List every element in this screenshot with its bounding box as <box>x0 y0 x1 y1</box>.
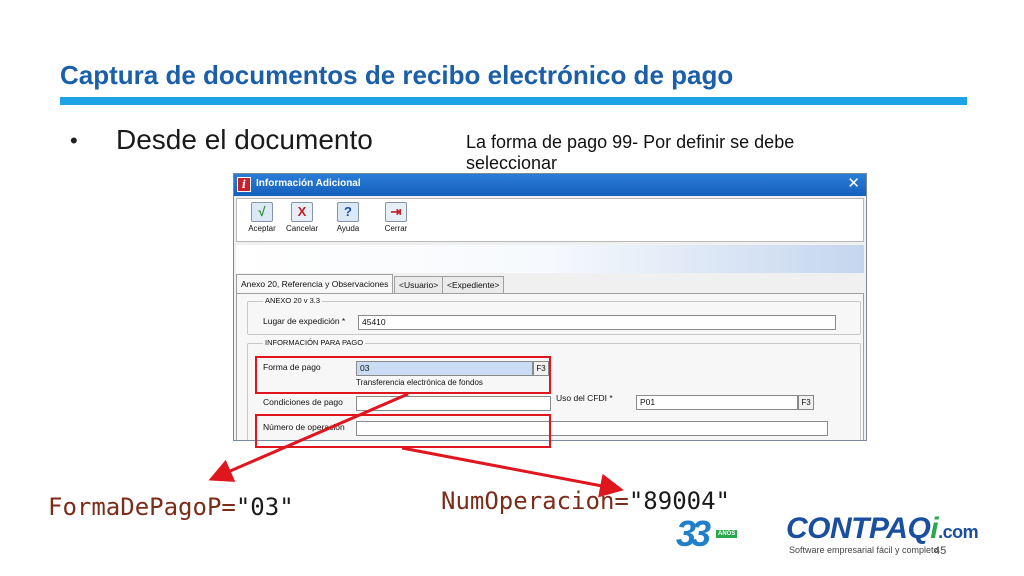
brand-logo: CONTPAQi.com <box>786 512 979 546</box>
forma-xml-annotation: FormaDePagoP="03" <box>48 493 294 521</box>
anniversary-logo: 33 AÑOS <box>676 514 738 554</box>
anniversary-number: 33 <box>676 513 711 554</box>
numero-xml-annotation: NumOperacion="89004" <box>441 487 730 515</box>
forma-arrow <box>208 392 409 482</box>
anniversary-tag: AÑOS <box>716 530 738 538</box>
forma-attr: FormaDePagoP= <box>48 493 236 521</box>
forma-val: "03" <box>235 493 294 521</box>
numero-attr: NumOperacion= <box>441 487 629 515</box>
page-number: 45 <box>934 545 947 557</box>
brand-name: CONTPAQ <box>786 512 931 545</box>
numero-val: "89004" <box>628 487 730 515</box>
brand-suffix: .com <box>938 522 979 542</box>
brand-tagline: Software empresarial fácil y completo <box>789 545 939 555</box>
brand-i: i <box>930 512 939 545</box>
numero-arrow <box>401 446 624 498</box>
